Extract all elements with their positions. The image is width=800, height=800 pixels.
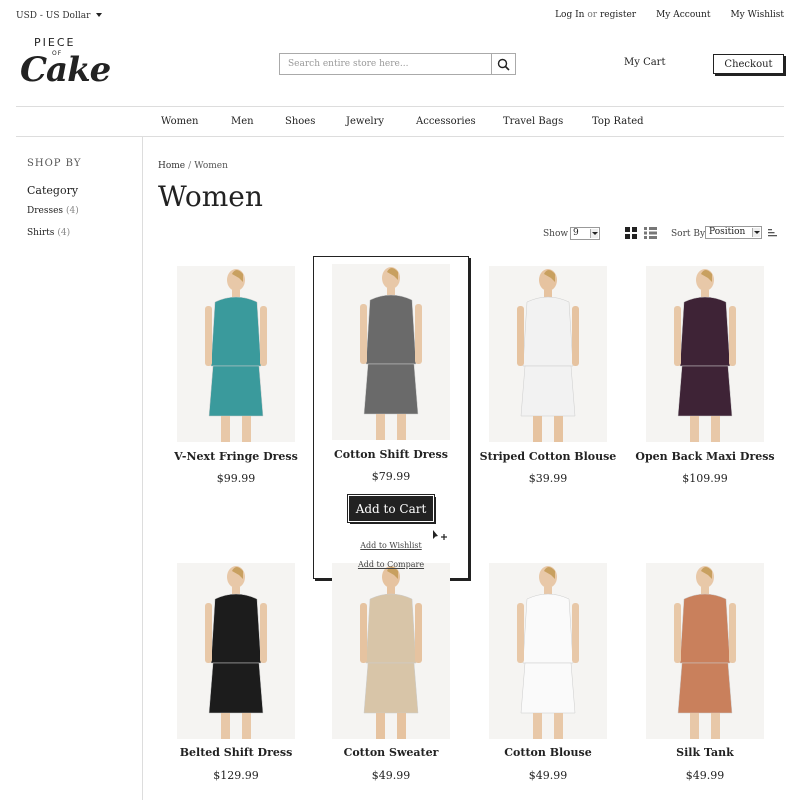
currency-switcher[interactable]: USD - US Dollar (16, 11, 103, 21)
sort-by-label: Sort By (671, 229, 706, 239)
product-price: $49.99 (371, 769, 411, 782)
sort-by-select[interactable]: Position (705, 226, 762, 239)
filter-shirts[interactable]: Shirts (4) (27, 228, 70, 238)
product-price: $49.99 (528, 769, 568, 782)
product-name[interactable]: Silk Tank (627, 746, 783, 759)
list-view-icon[interactable] (644, 227, 657, 239)
product-image[interactable] (489, 266, 607, 442)
show-per-page-select[interactable]: 9 (570, 227, 600, 240)
my-account-link[interactable]: My Account (656, 10, 710, 20)
nav-travel-bags[interactable]: Travel Bags (503, 116, 563, 127)
login-link[interactable]: Log In (555, 10, 584, 20)
product-image[interactable] (646, 563, 764, 739)
product-price: $39.99 (528, 472, 568, 485)
product-name[interactable]: Striped Cotton Blouse (470, 450, 626, 463)
filter-count: (4) (66, 206, 79, 216)
product-image[interactable] (332, 264, 450, 440)
store-logo[interactable]: PIECE OF Cake (20, 36, 111, 92)
show-label: Show (543, 229, 569, 239)
grid-view-icon[interactable] (625, 227, 637, 239)
sidebar: SHOP BY Category Dresses (4) Shirts (4) (16, 137, 143, 800)
register-link[interactable]: register (600, 10, 636, 20)
sort-direction-icon[interactable] (768, 229, 777, 237)
product-price: $79.99 (371, 470, 411, 483)
main-nav: Women Men Shoes Jewelry Accessories Trav… (16, 106, 784, 137)
category-heading: Category (27, 184, 79, 197)
product-name[interactable]: Cotton Sweater (313, 746, 469, 759)
product-price: $129.99 (213, 769, 259, 782)
breadcrumb-current: Women (194, 161, 228, 171)
nav-top-rated[interactable]: Top Rated (592, 116, 644, 127)
show-per-page-value: 9 (573, 228, 579, 238)
search-button[interactable] (491, 54, 515, 74)
add-to-cart-button[interactable]: Add to Cart (347, 494, 435, 523)
product-name[interactable]: V-Next Fringe Dress (158, 450, 314, 463)
product-image[interactable] (332, 563, 450, 739)
shop-by-heading: SHOP BY (27, 158, 82, 169)
product-name[interactable]: Cotton Shift Dress (313, 448, 469, 461)
search-icon (497, 58, 510, 71)
my-wishlist-link[interactable]: My Wishlist (730, 10, 784, 20)
product-image[interactable] (489, 563, 607, 739)
add-to-wishlist-link[interactable]: Add to Wishlist (313, 541, 469, 550)
breadcrumb-separator: / (188, 161, 192, 171)
search-input[interactable] (280, 54, 492, 74)
login-register: Log In or register (555, 10, 636, 20)
product-price: $49.99 (685, 769, 725, 782)
chevron-down-icon (752, 228, 760, 237)
my-cart-link[interactable]: My Cart (624, 57, 665, 68)
product-image[interactable] (646, 266, 764, 442)
checkout-button[interactable]: Checkout (713, 54, 784, 74)
filter-count: (4) (57, 228, 71, 238)
top-bar: USD - US Dollar Log In or register My Ac… (0, 0, 800, 30)
move-cursor-icon (433, 530, 447, 540)
filter-label: Dresses (27, 206, 64, 216)
or-text: or (587, 10, 598, 20)
product-image[interactable] (177, 266, 295, 442)
currency-label: USD - US Dollar (16, 11, 91, 21)
breadcrumb-home[interactable]: Home (158, 161, 185, 171)
filter-label: Shirts (27, 228, 55, 238)
nav-women[interactable]: Women (161, 116, 198, 127)
filter-dresses[interactable]: Dresses (4) (27, 206, 79, 216)
nav-accessories[interactable]: Accessories (416, 116, 476, 127)
product-price: $99.99 (216, 472, 256, 485)
breadcrumb: Home / Women (158, 161, 228, 171)
product-name[interactable]: Belted Shift Dress (158, 746, 314, 759)
product-image[interactable] (177, 563, 295, 739)
product-price: $109.99 (682, 472, 728, 485)
chevron-down-icon (96, 13, 103, 17)
sort-by-value: Position (709, 227, 746, 237)
nav-jewelry[interactable]: Jewelry (346, 116, 384, 127)
search-box (279, 53, 516, 75)
page-title: Women (158, 180, 263, 213)
logo-piece: PIECE (34, 36, 76, 49)
nav-shoes[interactable]: Shoes (285, 116, 315, 127)
add-to-compare-link[interactable]: Add to Compare (313, 560, 469, 569)
logo-cake: Cake (20, 50, 111, 90)
product-name[interactable]: Open Back Maxi Dress (627, 450, 783, 463)
chevron-down-icon (590, 229, 598, 238)
product-name[interactable]: Cotton Blouse (470, 746, 626, 759)
account-links: Log In or register My Account My Wishlis… (555, 10, 784, 20)
nav-men[interactable]: Men (231, 116, 254, 127)
